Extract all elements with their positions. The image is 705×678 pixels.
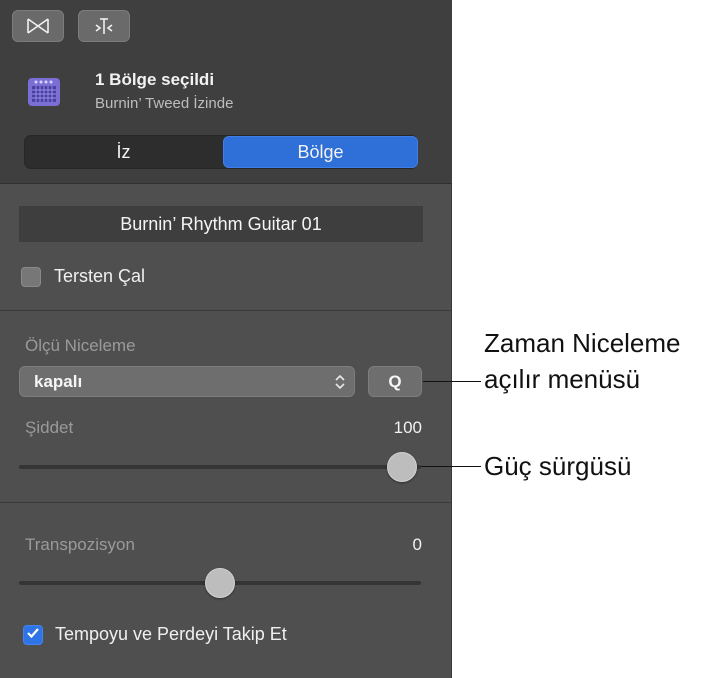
region-inspector-panel: 1 Bölge seçildi Burnin’ Tweed İzinde İz … <box>0 0 452 678</box>
split-button[interactable] <box>78 10 130 42</box>
strength-label: Şiddet <box>25 418 74 437</box>
follow-tempo-checkbox[interactable] <box>23 625 43 645</box>
strength-slider-track[interactable] <box>19 465 421 469</box>
loop-button[interactable] <box>12 10 64 42</box>
callout-quantize-line1: Zaman Niceleme <box>484 328 681 358</box>
quantize-label: Ölçü Niceleme <box>25 336 136 355</box>
strength-slider-knob[interactable] <box>387 452 417 482</box>
loop-icon <box>25 17 51 35</box>
callout-quantize-line2: açılır menüsü <box>484 364 641 394</box>
quantize-value: kapalı <box>34 371 83 391</box>
reverse-checkbox[interactable] <box>21 267 41 287</box>
tab-track[interactable]: İz <box>25 136 222 168</box>
divider <box>0 502 452 503</box>
transpose-slider-knob[interactable] <box>205 568 235 598</box>
inspector-segmented-control: İz Bölge <box>24 135 418 169</box>
transpose-label: Transpozisyon <box>25 535 135 554</box>
tab-region[interactable]: Bölge <box>223 136 418 168</box>
region-name-field[interactable]: Burnin’ Rhythm Guitar 01 <box>19 206 423 242</box>
popup-arrows-icon <box>334 374 346 395</box>
reverse-label: Tersten Çal <box>54 266 146 286</box>
callout-line-strength <box>421 466 481 467</box>
selection-title: 1 Bölge seçildi <box>95 70 215 89</box>
track-subtitle: Burnin’ Tweed İzinde <box>95 95 234 112</box>
checkmark-icon <box>26 626 40 644</box>
follow-tempo-label: Tempoyu ve Perdeyi Takip Et <box>55 624 287 644</box>
quantize-q-button[interactable]: Q <box>368 366 422 397</box>
time-quantize-popup[interactable]: kapalı <box>19 366 355 397</box>
split-icon <box>91 16 117 36</box>
callout-line-quantize <box>423 381 481 382</box>
amp-icon <box>26 74 62 110</box>
strength-value: 100 <box>393 418 422 437</box>
transpose-value: 0 <box>412 535 422 554</box>
divider <box>0 310 452 311</box>
callout-strength: Güç sürgüsü <box>484 451 632 481</box>
